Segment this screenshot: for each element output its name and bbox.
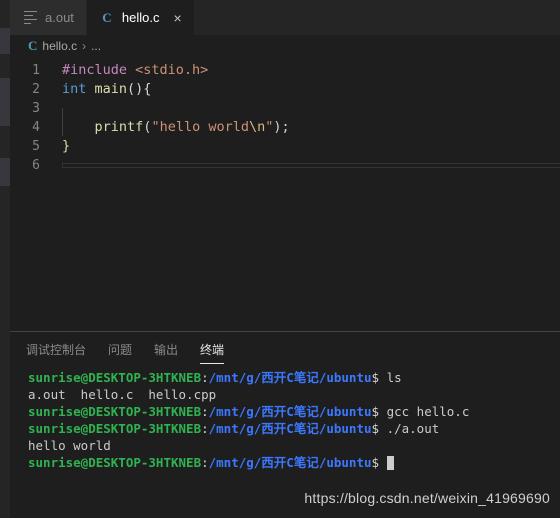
code-line-text: printf("hello world\n"); <box>52 117 560 137</box>
code-line-text: } <box>52 137 560 156</box>
sidebar-edge-block <box>0 28 10 54</box>
line-number: 5 <box>32 139 40 154</box>
code-token: main <box>94 81 128 97</box>
code-line[interactable]: 1 #include <stdio.h> <box>10 61 560 80</box>
terminal-prompt-path: /mnt/g/西开C笔记/ubuntu <box>208 370 372 385</box>
code-lines: 1 #include <stdio.h> 2 int main(){3 4 printf… <box>10 57 560 175</box>
binary-file-icon <box>22 10 38 26</box>
terminal-command: ls <box>386 370 402 385</box>
terminal-command: gcc hello.c <box>386 404 470 419</box>
terminal-prompt-dollar: $ <box>371 455 387 470</box>
terminal-output[interactable]: sunrise@DESKTOP-3HTKNEB:/mnt/g/西开C笔记/ubu… <box>10 364 560 471</box>
terminal-prompt-path: /mnt/g/西开C笔记/ubuntu <box>208 404 372 419</box>
sidebar-edge-block <box>0 78 10 126</box>
vscode-window: a.out C hello.c × C hello.c › ... 1 #incl… <box>0 0 560 518</box>
code-token: <stdio.h> <box>135 62 209 78</box>
terminal-prompt-user: sunrise@DESKTOP-3HTKNEB <box>28 404 202 419</box>
chevron-right-icon: › <box>82 39 87 53</box>
line-number: 1 <box>32 63 40 78</box>
terminal-line: sunrise@DESKTOP-3HTKNEB:/mnt/g/西开C笔记/ubu… <box>28 403 560 420</box>
code-line[interactable]: 5} <box>10 137 560 156</box>
terminal-prompt-path: /mnt/g/西开C笔记/ubuntu <box>208 421 372 436</box>
sidebar-edge-strip <box>0 0 10 518</box>
terminal-line: a.out hello.c hello.cpp <box>28 386 560 403</box>
terminal-prompt-path: /mnt/g/西开C笔记/ubuntu <box>208 455 372 470</box>
line-number: 6 <box>32 158 40 173</box>
code-line[interactable]: 6 <box>10 156 560 175</box>
terminal-prompt-dollar: $ <box>371 404 387 419</box>
code-token: \n <box>248 119 266 135</box>
terminal-line: sunrise@DESKTOP-3HTKNEB:/mnt/g/西开C笔记/ubu… <box>28 454 560 471</box>
terminal-prompt-user: sunrise@DESKTOP-3HTKNEB <box>28 370 202 385</box>
code-line-text: #include <stdio.h> <box>52 61 560 80</box>
breadcrumb-file[interactable]: hello.c <box>42 39 77 53</box>
code-token: (){ <box>127 81 152 97</box>
code-token: ); <box>273 119 290 135</box>
editor-tab-label: a.out <box>45 10 74 25</box>
code-token: int <box>62 81 95 97</box>
panel-tab-bar: 调试控制台 问题 输出 终端 <box>10 332 560 364</box>
panel-tab[interactable]: 调试控制台 <box>26 341 86 364</box>
editor-tab-hello-c[interactable]: C hello.c × <box>86 0 195 35</box>
watermark: https://blog.csdn.net/weixin_41969690 <box>304 490 550 506</box>
editor-tab-label: hello.c <box>121 10 160 25</box>
line-number: 3 <box>32 101 40 116</box>
terminal-prompt-colon: : <box>201 370 209 385</box>
code-line[interactable]: 2 int main(){ <box>10 80 560 99</box>
code-line-text: int main(){ <box>52 80 560 99</box>
panel-tab[interactable]: 问题 <box>108 341 132 364</box>
terminal-output-text: a.out hello.c hello.cpp <box>28 387 217 402</box>
panel-tab[interactable]: 输出 <box>154 341 178 364</box>
sidebar-edge-block <box>0 158 10 186</box>
terminal-command: ./a.out <box>386 421 440 436</box>
terminal-prompt-user: sunrise@DESKTOP-3HTKNEB <box>28 421 202 436</box>
code-line[interactable]: 4 printf("hello world\n"); <box>10 117 560 137</box>
line-number: 4 <box>32 120 40 135</box>
terminal-prompt-colon: : <box>201 404 209 419</box>
line-number: 2 <box>32 82 40 97</box>
terminal-line: sunrise@DESKTOP-3HTKNEB:/mnt/g/西开C笔记/ubu… <box>28 420 560 437</box>
editor-tab-a-out[interactable]: a.out <box>10 0 87 35</box>
terminal-prompt-user: sunrise@DESKTOP-3HTKNEB <box>28 455 202 470</box>
code-token: printf <box>94 119 144 135</box>
terminal-prompt-dollar: $ <box>371 421 387 436</box>
breadcrumb[interactable]: C hello.c › ... <box>10 35 560 57</box>
terminal-cursor <box>386 455 394 470</box>
c-file-icon: C <box>102 9 112 25</box>
code-token: #include <box>62 62 136 78</box>
editor-tab-bar: a.out C hello.c × <box>10 0 560 35</box>
code-editor[interactable]: 1 #include <stdio.h> 2 int main(){3 4 printf… <box>10 57 560 331</box>
terminal-prompt-colon: : <box>201 421 209 436</box>
tab-bar-empty-space <box>194 0 560 35</box>
indent-guide <box>62 117 63 136</box>
terminal-output-text: hello world <box>28 438 111 453</box>
terminal-prompt-colon: : <box>201 455 209 470</box>
panel-tab[interactable]: 终端 <box>200 341 225 364</box>
close-icon[interactable]: × <box>174 11 182 25</box>
code-token: "hello world <box>151 119 249 135</box>
terminal-line: sunrise@DESKTOP-3HTKNEB:/mnt/g/西开C笔记/ubu… <box>28 369 560 386</box>
code-line[interactable]: 3 <box>10 99 560 127</box>
breadcrumb-more[interactable]: ... <box>91 39 101 53</box>
c-file-icon: C <box>28 38 38 53</box>
code-token: } <box>62 138 71 154</box>
terminal-prompt-dollar: $ <box>371 370 387 385</box>
terminal-line: hello world <box>28 437 560 454</box>
